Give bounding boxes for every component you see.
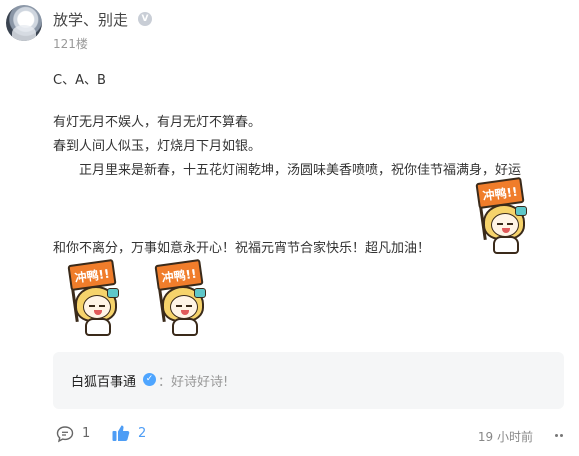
reply-username[interactable]: 白狐百事通 xyxy=(71,371,136,390)
post-line-4: 正月里来是新春，十五花灯闹乾坤，汤圆味美香喷喷，祝你佳节福满身，好运 xyxy=(79,163,522,178)
like-icon[interactable] xyxy=(111,423,131,443)
verified-badge-icon: V xyxy=(138,12,152,26)
like-count: 2 xyxy=(138,426,147,441)
sticker-emoji: 冲鸭!! xyxy=(150,258,214,336)
sticker-emoji: 冲鸭!! xyxy=(471,176,535,254)
verified-check-icon: ✓ xyxy=(143,373,156,386)
post-line-2: 有灯无月不娱人，有月无灯不算春。 xyxy=(53,115,262,130)
sticker-emoji: 冲鸭!! xyxy=(63,258,127,336)
post-line-5: 和你不离分，万事如意永开心！祝福元宵节合家快乐！超凡加油！ xyxy=(53,241,431,256)
reply-text: ：好诗好诗! xyxy=(158,375,229,390)
avatar[interactable] xyxy=(6,5,42,41)
comment-icon[interactable] xyxy=(56,425,74,443)
reply-box[interactable]: 白狐百事通 ✓ ：好诗好诗! xyxy=(53,352,564,409)
more-icon[interactable] xyxy=(555,434,569,438)
floor-number: 121楼 xyxy=(53,37,88,51)
post-username[interactable]: 放学、别走 xyxy=(53,9,128,30)
post-line-3: 春到人间人似玉，灯烧月下月如银。 xyxy=(53,139,262,154)
post-time: 19 小时前 xyxy=(477,430,533,444)
comment-count: 1 xyxy=(82,426,91,441)
post-line-1: C、A、B xyxy=(53,73,106,88)
